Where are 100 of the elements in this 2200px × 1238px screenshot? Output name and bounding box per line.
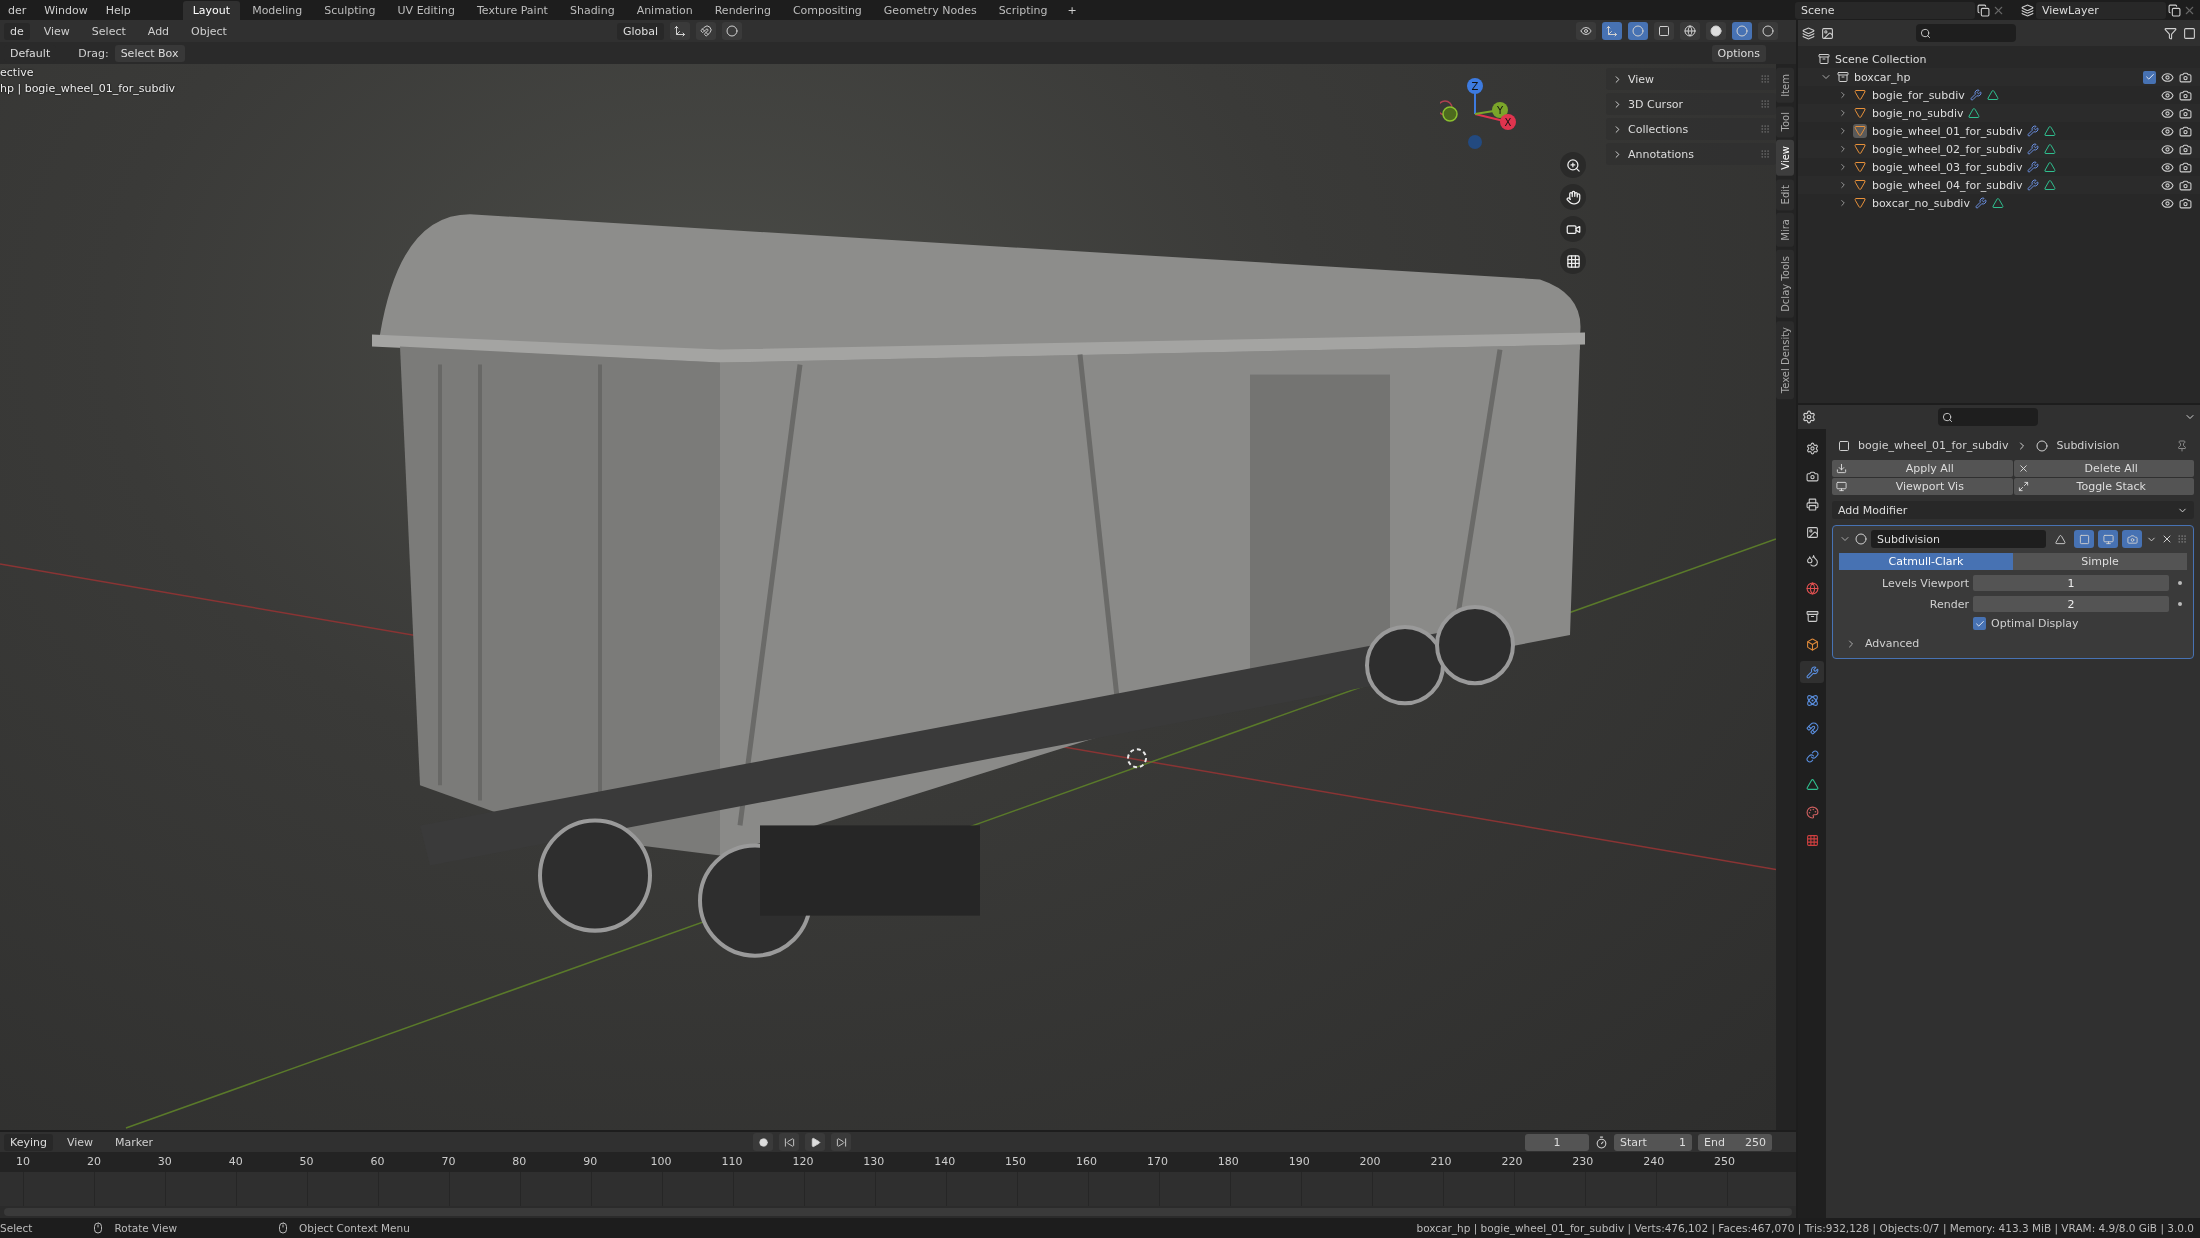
add-modifier-dropdown[interactable]: Add Modifier xyxy=(1832,501,2194,519)
sidebar-panel-header[interactable]: Annotations xyxy=(1606,143,1776,165)
workspace-tab[interactable]: Layout xyxy=(182,0,241,20)
drag-dropdown[interactable]: Select Box xyxy=(114,44,185,62)
outliner-item[interactable]: bogie_no_subdiv xyxy=(1872,106,1964,120)
sidebar-tab[interactable]: Tool xyxy=(1776,105,1794,138)
current-frame-field[interactable]: 1 xyxy=(1525,1133,1589,1151)
workspace-tab[interactable]: Compositing xyxy=(782,0,872,20)
wrench-icon[interactable] xyxy=(1969,89,1982,101)
close-icon[interactable] xyxy=(2161,533,2173,545)
play-icon[interactable] xyxy=(805,1133,826,1151)
mesh-data-icon[interactable] xyxy=(1991,197,2004,209)
pin-icon[interactable] xyxy=(2176,439,2188,452)
sidebar-panel-header[interactable]: View xyxy=(1606,68,1776,90)
sidebar-tab[interactable]: Texel Density xyxy=(1776,320,1794,399)
sidebar-tab[interactable]: View xyxy=(1776,140,1794,176)
subdivision-type-button[interactable]: Catmull-Clark xyxy=(1839,553,2013,570)
jump-start-icon[interactable] xyxy=(779,1133,800,1151)
camera-icon[interactable] xyxy=(2179,70,2192,84)
number-field[interactable]: 2 xyxy=(1973,596,2169,612)
menu-item[interactable]: View xyxy=(58,1133,102,1151)
sidebar-tab[interactable]: Item xyxy=(1776,68,1794,103)
menu-item[interactable]: Window xyxy=(36,1,96,19)
eye-icon[interactable] xyxy=(2161,142,2174,156)
wrench-icon[interactable] xyxy=(2027,125,2040,137)
outliner-item[interactable]: bogie_wheel_03_for_subdiv xyxy=(1872,160,2023,174)
drag-handle-icon[interactable] xyxy=(1760,99,1770,109)
modifier-name-field[interactable]: Subdivision xyxy=(1871,530,2046,548)
mesh-data-icon[interactable] xyxy=(2044,143,2057,155)
camera-icon[interactable] xyxy=(2179,178,2192,192)
copy-icon[interactable] xyxy=(2168,3,2181,17)
eye-icon[interactable] xyxy=(2161,178,2174,192)
pivot-icon[interactable] xyxy=(670,22,690,40)
menu-item[interactable]: View xyxy=(35,22,78,40)
menu-item[interactable]: Add xyxy=(139,22,178,40)
sidebar-panel-header[interactable]: Collections xyxy=(1606,118,1776,140)
eye-icon[interactable] xyxy=(2161,124,2174,138)
eye-icon[interactable] xyxy=(2161,106,2174,120)
action-button[interactable]: Viewport Vis xyxy=(1832,478,2013,495)
menu-item[interactable]: Marker xyxy=(107,1133,162,1151)
add-workspace-button[interactable]: + xyxy=(1059,1,1085,19)
outliner-item[interactable]: bogie_for_subdiv xyxy=(1872,88,1965,102)
solid-shading-icon[interactable] xyxy=(1706,22,1726,40)
action-button[interactable]: Apply All xyxy=(1832,460,2013,477)
outliner-item[interactable]: bogie_wheel_04_for_subdiv xyxy=(1872,178,2023,192)
outliner-item[interactable]: Scene Collection xyxy=(1835,52,1927,66)
search-field[interactable] xyxy=(1916,24,2016,42)
outliner-item[interactable]: bogie_wheel_01_for_subdiv xyxy=(1872,124,2023,138)
drag-handle-icon[interactable] xyxy=(1760,74,1770,84)
outliner-item[interactable]: boxcar_hp xyxy=(1854,70,1911,84)
checkbox[interactable] xyxy=(2143,70,2156,84)
start-frame-field[interactable]: Start 1 xyxy=(1614,1133,1692,1151)
copy-icon[interactable] xyxy=(1977,3,1990,17)
scene-field[interactable]: Scene xyxy=(1795,1,1975,19)
view-layer-field[interactable]: ViewLayer xyxy=(2036,1,2166,19)
end-frame-field[interactable]: End 250 xyxy=(1698,1133,1772,1151)
drag-handle-icon[interactable] xyxy=(2177,534,2187,544)
keying-dropdown[interactable]: Keying xyxy=(4,1133,53,1151)
wrench-icon[interactable] xyxy=(1800,661,1824,683)
action-button[interactable]: Delete All xyxy=(2013,460,2194,477)
drag-handle-icon[interactable] xyxy=(1760,149,1770,159)
camera-icon[interactable] xyxy=(2179,88,2192,102)
hand-icon[interactable] xyxy=(1560,184,1586,210)
editor-type-icon[interactable] xyxy=(1802,26,1815,40)
visibility-icon[interactable] xyxy=(1576,22,1596,40)
action-button[interactable]: Toggle Stack xyxy=(2013,478,2194,495)
camera-icon[interactable] xyxy=(2179,106,2192,120)
wrench-icon[interactable] xyxy=(2027,143,2040,155)
wrench-icon[interactable] xyxy=(2027,161,2040,173)
options-dropdown[interactable]: Options xyxy=(1711,44,1766,62)
sidebar-tab[interactable]: Dclay Tools xyxy=(1776,249,1794,318)
mode-dropdown[interactable]: de xyxy=(4,22,30,40)
monitor-icon[interactable] xyxy=(2098,530,2118,548)
grid-icon[interactable] xyxy=(1560,248,1586,274)
workspace-tab[interactable]: UV Editing xyxy=(387,0,465,20)
number-field[interactable]: 1 xyxy=(1973,575,2169,591)
wireframe-shading-icon[interactable] xyxy=(1680,22,1700,40)
eye-icon[interactable] xyxy=(2161,88,2174,102)
camera-icon[interactable] xyxy=(2179,142,2192,156)
checkbox[interactable] xyxy=(1973,617,1986,630)
axis-gizmo[interactable]: Z Y X xyxy=(1440,72,1540,152)
menu-item[interactable]: Object xyxy=(183,22,235,40)
menu-item[interactable]: Help xyxy=(97,1,139,19)
workspace-tab[interactable]: Shading xyxy=(559,0,625,20)
camera-icon[interactable] xyxy=(2179,160,2192,174)
sidebar-tab[interactable]: Mira xyxy=(1776,213,1794,247)
mesh-data-icon[interactable] xyxy=(2044,161,2057,173)
camera-icon[interactable] xyxy=(2179,196,2192,210)
wrench-icon[interactable] xyxy=(2027,179,2040,191)
menu-item[interactable]: Select xyxy=(83,22,134,40)
layers-icon[interactable] xyxy=(2021,3,2034,17)
workspace-tab[interactable]: Texture Paint xyxy=(466,0,558,20)
camera-icon[interactable] xyxy=(2179,124,2192,138)
orientation-dropdown[interactable]: Global xyxy=(616,22,664,40)
search-field[interactable] xyxy=(1938,408,2038,426)
stopwatch-icon[interactable] xyxy=(1595,1135,1608,1149)
workspace-tab[interactable]: Modeling xyxy=(242,0,313,20)
camera-icon[interactable] xyxy=(1560,216,1586,242)
snap-icon[interactable] xyxy=(696,22,716,40)
eye-icon[interactable] xyxy=(2161,160,2174,174)
